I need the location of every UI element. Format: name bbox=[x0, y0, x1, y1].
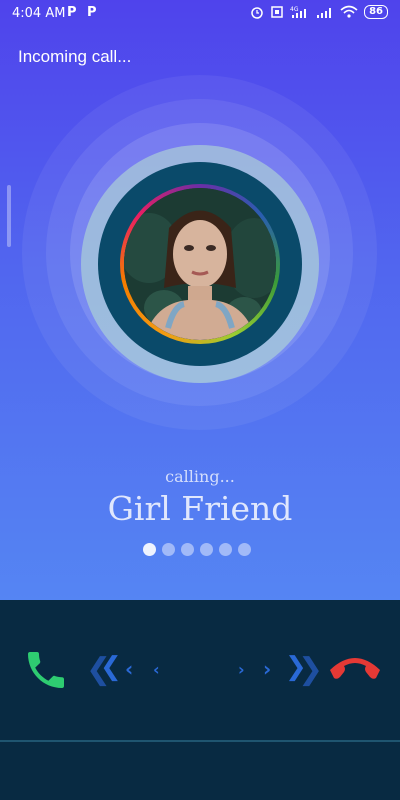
phone-decline-icon bbox=[330, 658, 380, 679]
p-icon: P bbox=[87, 5, 97, 20]
phone-accept-icon bbox=[28, 652, 64, 688]
caller-avatar bbox=[124, 188, 276, 340]
status-bar: 4:04 AM P P 4G 86 bbox=[0, 0, 400, 28]
incoming-call-label: Incoming call... bbox=[18, 47, 132, 66]
signal-4g-icon: 4G bbox=[290, 6, 307, 18]
status-time: 4:04 AM bbox=[12, 6, 66, 21]
caller-name: Girl Friend bbox=[107, 489, 293, 528]
page-dot bbox=[200, 543, 213, 556]
signal-icon bbox=[317, 8, 332, 18]
vibrate-icon bbox=[271, 6, 283, 18]
call-status: calling... bbox=[165, 467, 235, 486]
page-dot bbox=[238, 543, 251, 556]
page-dot bbox=[143, 543, 156, 556]
swipe-left-chevron-icon: ‹ bbox=[125, 657, 134, 681]
bottom-divider bbox=[0, 740, 400, 742]
decline-call-button[interactable] bbox=[326, 650, 384, 686]
page-dot bbox=[162, 543, 175, 556]
swipe-left-chevron-icon: ❮ bbox=[100, 652, 122, 682]
swipe-left-chevron-icon: ‹ bbox=[153, 660, 160, 679]
page-dot bbox=[219, 543, 232, 556]
p-icon: P bbox=[67, 5, 77, 20]
accept-call-button[interactable] bbox=[22, 646, 70, 694]
page-indicator bbox=[143, 543, 251, 556]
alarm-icon bbox=[251, 7, 263, 19]
swipe-right-chevron-icon: › bbox=[263, 657, 272, 681]
scroll-handle[interactable] bbox=[7, 185, 11, 247]
battery-icon: 86 bbox=[364, 5, 388, 19]
wifi-icon bbox=[340, 5, 358, 18]
svg-text:4G: 4G bbox=[290, 6, 299, 13]
swipe-right-chevron-icon: › bbox=[238, 660, 245, 679]
answer-panel bbox=[0, 600, 400, 800]
page-dot bbox=[181, 543, 194, 556]
swipe-right-chevron-icon: ❯ bbox=[298, 652, 324, 687]
